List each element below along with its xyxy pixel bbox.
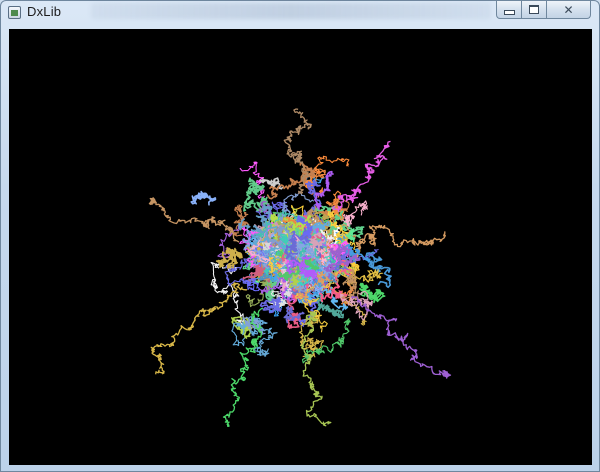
title-bar[interactable]: DxLib ✕	[1, 1, 599, 23]
random-walk-tendril	[148, 197, 240, 243]
title-bar-reflection	[91, 3, 491, 19]
minimize-icon	[503, 9, 515, 15]
caption-buttons: ✕	[496, 1, 591, 19]
maximize-icon	[529, 5, 539, 14]
random-walk-cluster	[148, 108, 452, 428]
random-walk-tendril	[351, 295, 452, 379]
window-title: DxLib	[27, 4, 62, 19]
app-window: DxLib ✕	[0, 0, 600, 472]
app-window-icon[interactable]	[8, 6, 21, 19]
random-walk-tendril	[300, 311, 332, 427]
random-walk-path	[190, 190, 217, 206]
random-walk-path	[215, 247, 243, 269]
random-walk-tendril	[331, 140, 391, 212]
close-icon: ✕	[563, 2, 574, 17]
random-walk-tendril	[150, 282, 248, 375]
close-button[interactable]: ✕	[547, 1, 591, 19]
random-walk-tendril	[355, 224, 446, 250]
minimize-button[interactable]	[496, 1, 522, 19]
render-canvas[interactable]	[9, 29, 592, 465]
maximize-button[interactable]	[522, 1, 547, 19]
